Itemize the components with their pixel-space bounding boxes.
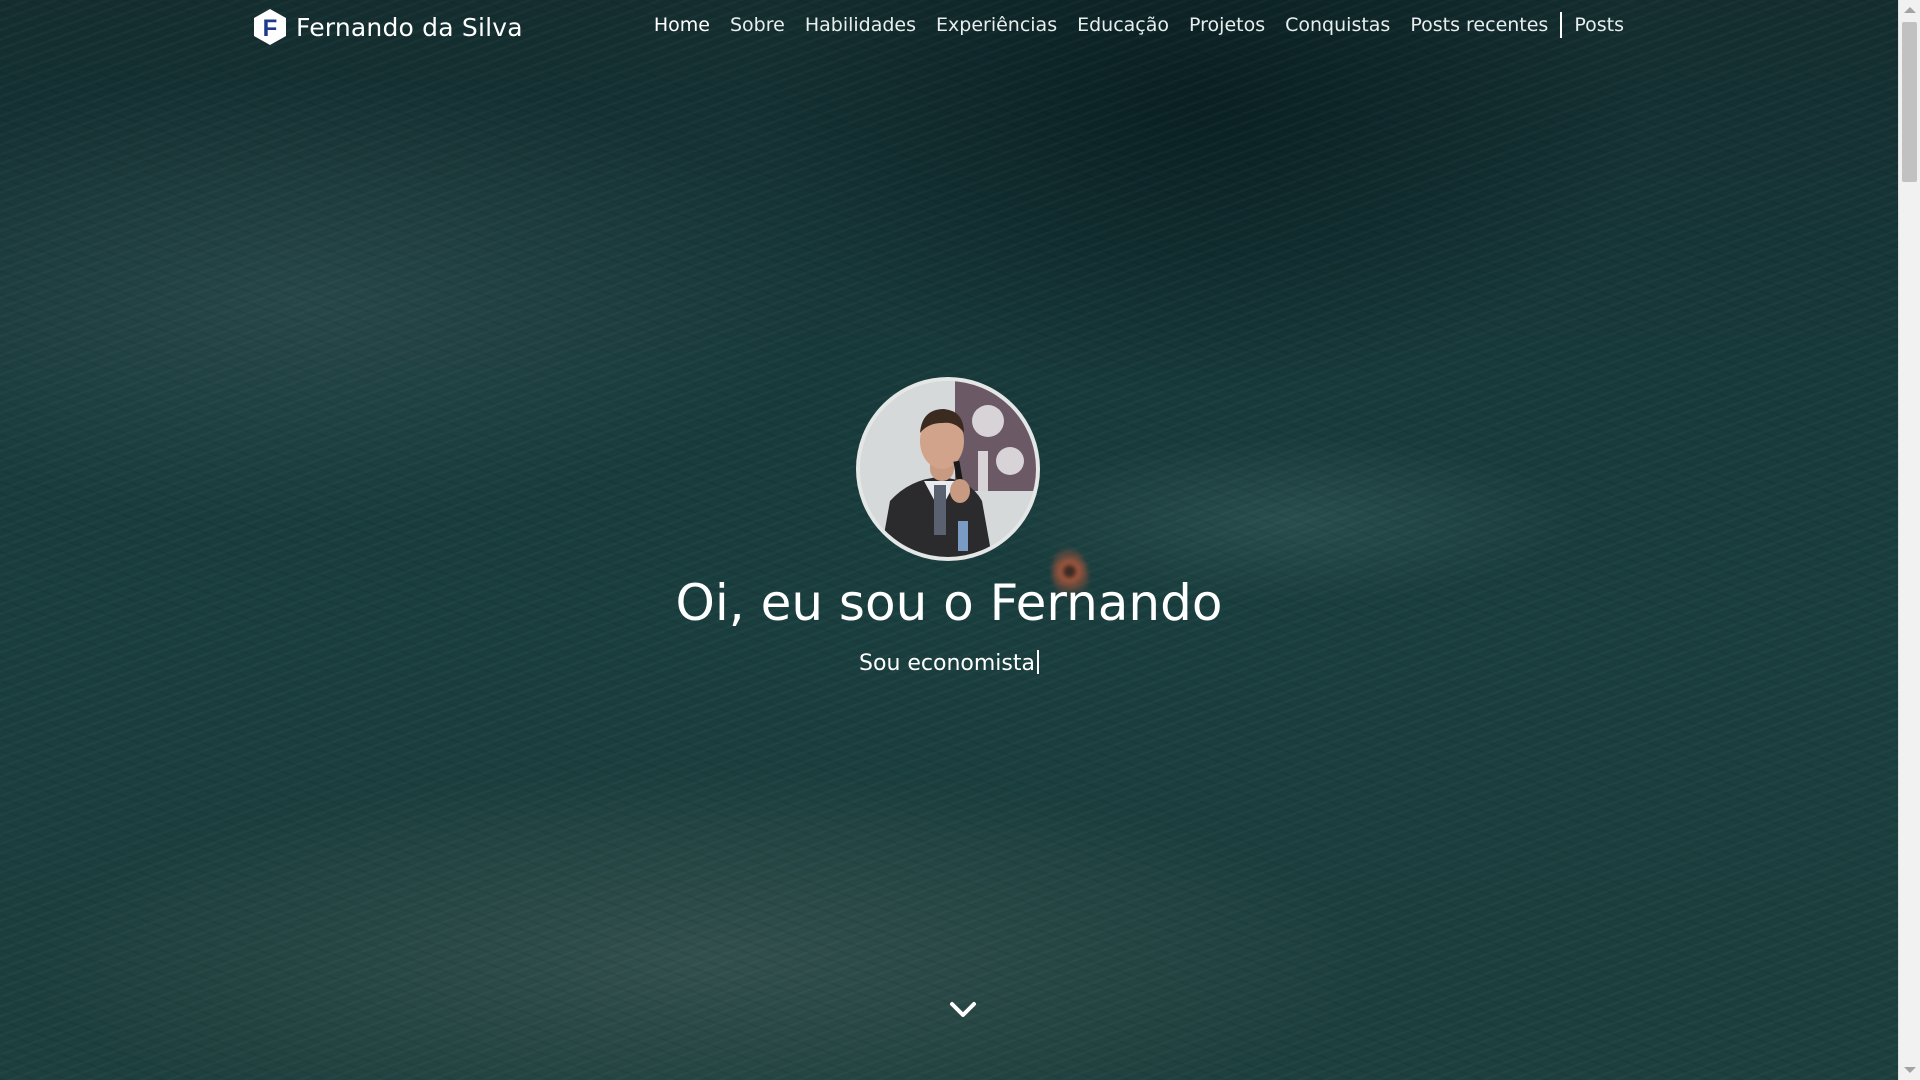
page: F Fernando da Silva Home Sobre Habilidad… xyxy=(0,0,1920,1080)
typing-cursor xyxy=(1036,650,1039,674)
page-scrollbar[interactable] xyxy=(1898,0,1920,1080)
hero-subtitle: Sou economista xyxy=(0,650,1898,676)
chevron-down-icon[interactable] xyxy=(948,998,978,1022)
scroll-down-arrow-icon[interactable] xyxy=(1904,1067,1916,1073)
hero-section: Oi, eu sou o Fernando Sou economista xyxy=(0,0,1898,1080)
scroll-up-arrow-icon[interactable] xyxy=(1904,7,1916,13)
typed-text: Sou economista xyxy=(859,651,1035,676)
profile-photo xyxy=(860,381,1036,557)
avatar xyxy=(856,377,1040,561)
scroll-thumb[interactable] xyxy=(1902,22,1917,182)
hero-title: Oi, eu sou o Fernando xyxy=(675,574,1223,632)
